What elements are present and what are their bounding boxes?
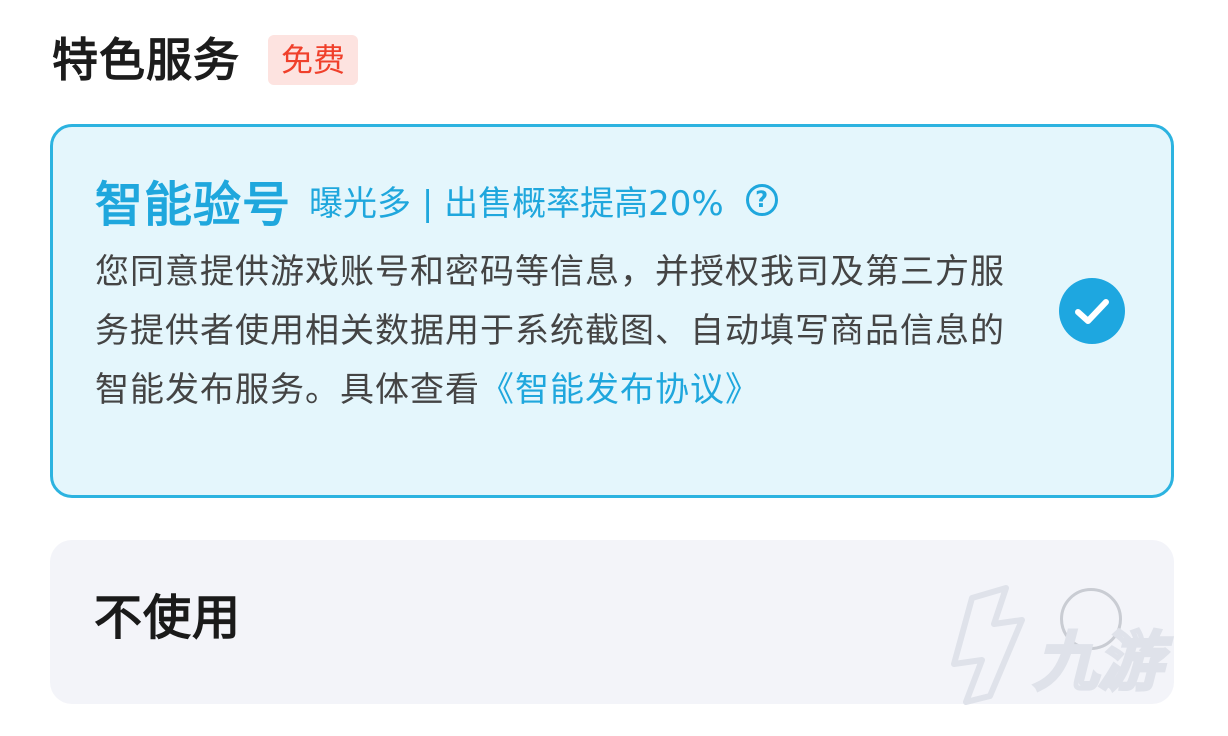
help-icon[interactable]: ? [745,184,778,216]
section-title: 特色服务 [52,33,240,87]
option-smart-verify[interactable]: 智能验号 曝光多 | 出售概率提高20% ? 您同意提供游戏账号和密码等信息，并… [50,124,1174,498]
agreement-link[interactable]: 《智能发布协议》 [480,370,760,410]
option-none-label: 不使用 [94,590,242,646]
option-tagline: 曝光多 | 出售概率提高20% [309,183,724,224]
check-icon[interactable] [1059,278,1125,344]
option-heading: 智能验号 曝光多 | 出售概率提高20% ? [95,165,778,235]
option-none[interactable]: 不使用 [50,540,1174,704]
free-badge: 免费 [268,35,359,85]
option-description: 您同意提供游戏账号和密码等信息，并授权我司及第三方服务提供者使用相关数据用于系统… [95,243,1005,420]
option-title: 智能验号 [95,177,292,233]
radio-button-unselected[interactable] [1060,588,1122,650]
section-header: 特色服务 免费 [52,28,359,92]
